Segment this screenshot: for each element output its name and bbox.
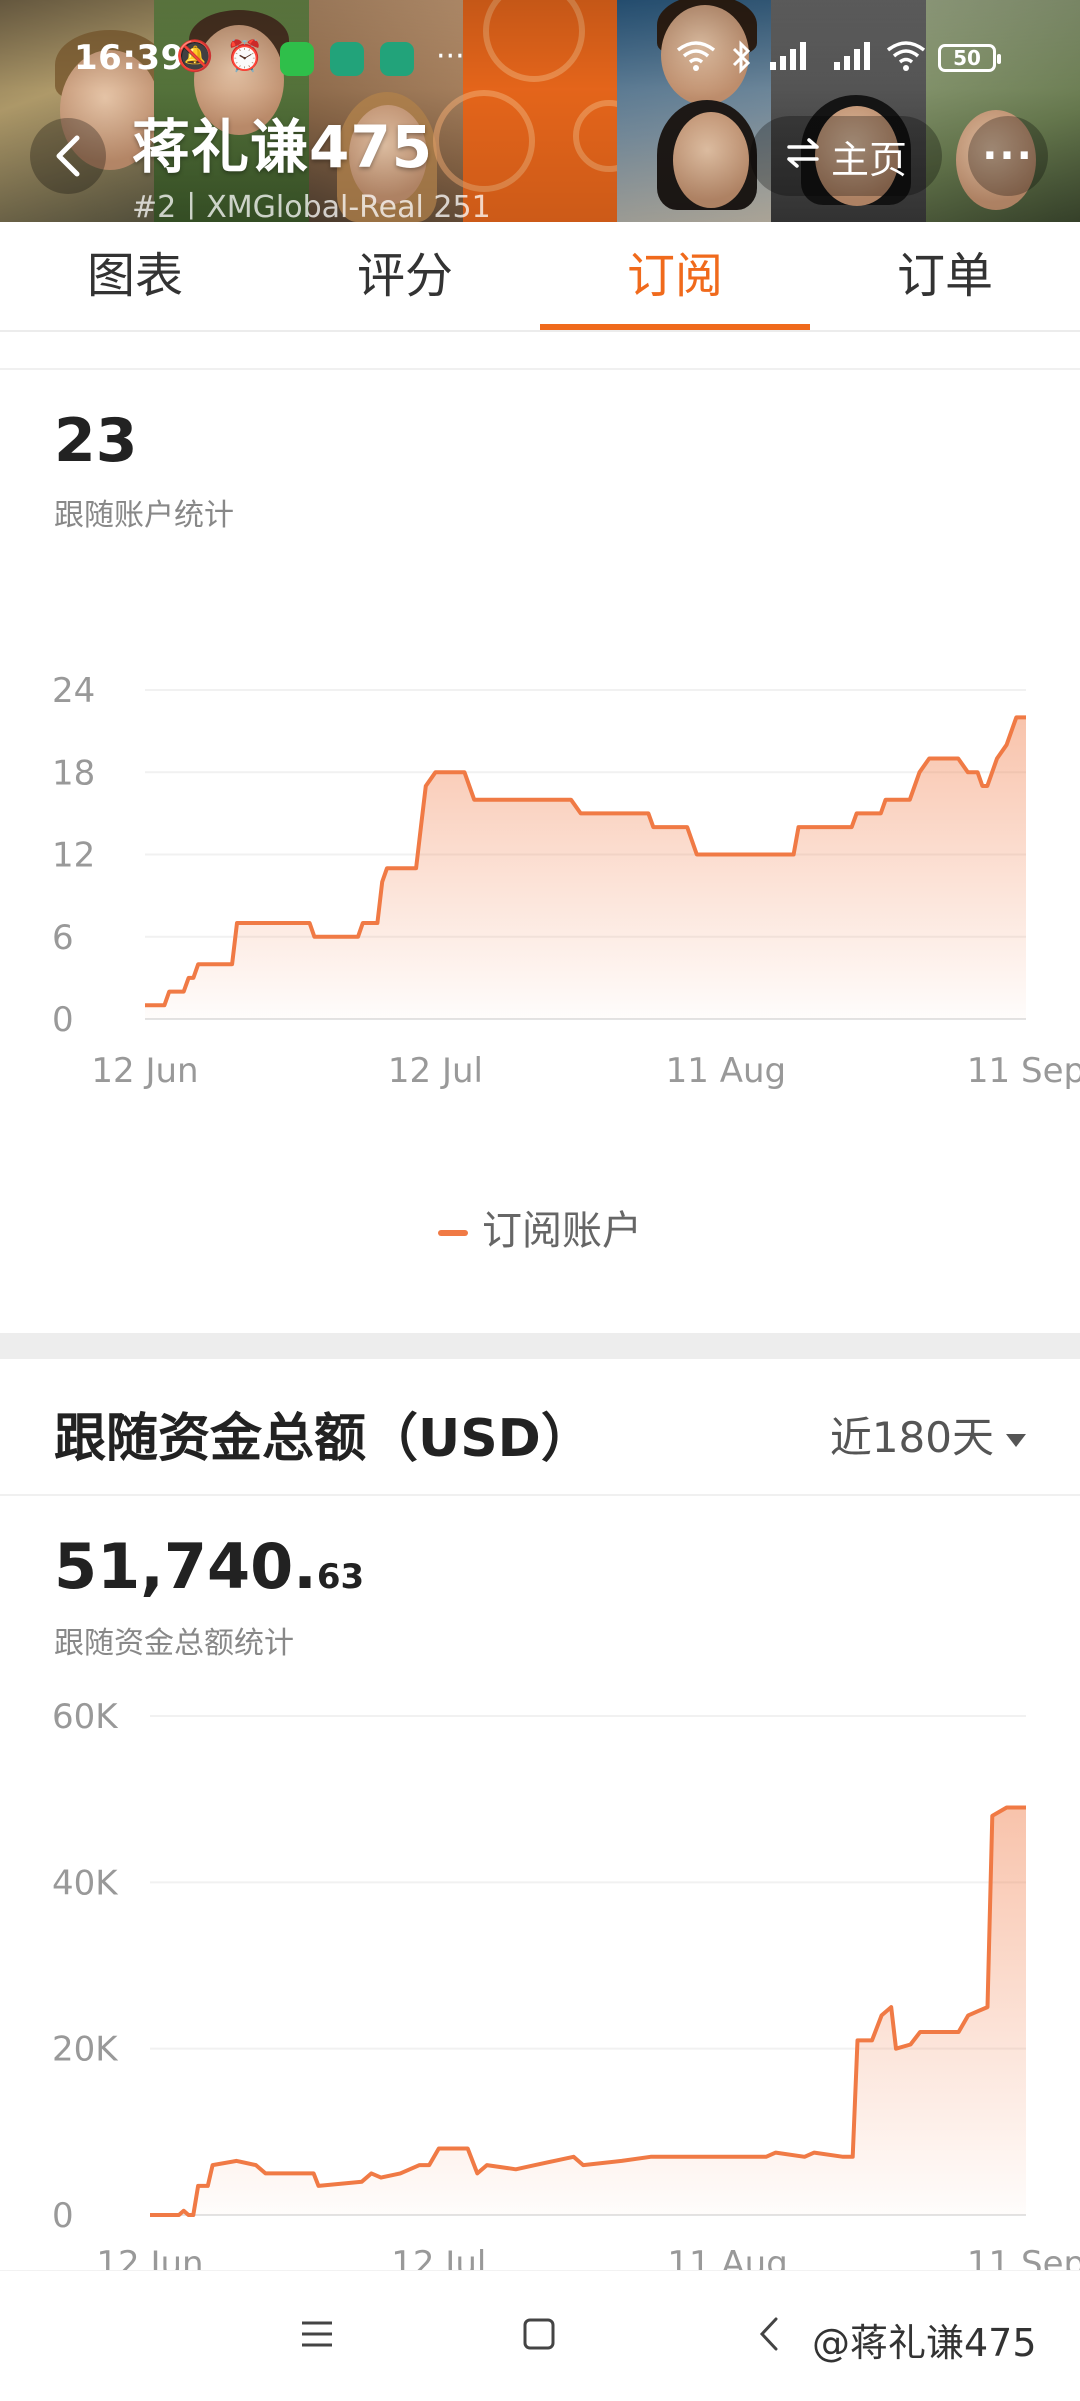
funds-total: 51,740.63 — [54, 1530, 364, 1603]
legend-label: 订阅账户 — [482, 1208, 642, 1254]
legend-swatch — [438, 1230, 468, 1236]
y-tick-label: 40K — [52, 1863, 119, 1903]
series-area — [145, 717, 1026, 1019]
funds-title: 跟随资金总额（USD） — [54, 1409, 593, 1469]
y-tick-label: 6 — [52, 918, 74, 958]
alarm-icon: ⏰ — [226, 39, 264, 74]
series-area — [150, 1807, 1026, 2215]
app-notification-icon — [380, 42, 414, 76]
tab-orders[interactable]: 订单 — [810, 222, 1080, 330]
x-tick-label: 11 Aug — [666, 1051, 786, 1091]
y-tick-label: 0 — [52, 2196, 74, 2236]
battery-icon: 50 — [938, 44, 1001, 72]
tab-label: 图表 — [86, 248, 183, 304]
home-button[interactable]: 主页 — [750, 116, 942, 196]
status-time: 16:39 — [74, 38, 185, 78]
range-label: 近180天 — [829, 1413, 994, 1462]
funds-caption: 跟随资金总额统计 — [54, 1626, 294, 1661]
signal-icon — [766, 40, 814, 80]
bluetooth-icon — [730, 40, 752, 82]
tab-subscription[interactable]: 订阅 — [540, 222, 810, 330]
y-tick-label: 60K — [52, 1697, 119, 1737]
back-nav-icon[interactable] — [744, 2309, 794, 2359]
tab-label: 订阅 — [626, 248, 723, 304]
y-tick-label: 12 — [52, 836, 95, 876]
tab-label: 订单 — [896, 248, 993, 304]
subscriber-caption: 跟随账户统计 — [54, 498, 234, 533]
app-notification-icon — [280, 42, 314, 76]
funds-total-int: 51,740. — [54, 1530, 317, 1603]
y-tick-label: 18 — [52, 753, 95, 793]
x-tick-label: 11 Sep — [967, 1051, 1080, 1091]
subscriber-count: 23 — [54, 406, 138, 476]
divider — [0, 368, 1080, 370]
subscription-chart: 0 6 12 18 24 12 Jun 12 Jul 11 Aug 11 Sep — [52, 671, 1080, 1091]
app-notification-icon — [330, 42, 364, 76]
tab-label: 评分 — [356, 248, 453, 304]
swap-icon — [785, 134, 821, 178]
chart-legend: 订阅账户 — [0, 1198, 1080, 1256]
signal-icon — [830, 40, 878, 80]
y-tick-label: 20K — [52, 2030, 119, 2070]
wifi-icon — [886, 40, 926, 80]
menu-icon[interactable] — [292, 2309, 342, 2359]
y-tick-label: 0 — [52, 1000, 74, 1040]
bell-muted-icon: 🔕 — [176, 39, 214, 74]
chevron-left-icon — [56, 135, 80, 177]
y-tick-label: 24 — [52, 671, 95, 711]
more-notifications-icon: ··· — [436, 39, 465, 74]
watermark: @蒋礼谦475 — [812, 2321, 1037, 2365]
back-button[interactable] — [30, 118, 106, 194]
funds-total-dec: 63 — [316, 1557, 365, 1597]
wifi-icon — [676, 40, 716, 80]
profile-name: 蒋礼谦475 — [132, 113, 434, 181]
dropdown-caret-icon — [1006, 1434, 1026, 1447]
tab-rating[interactable]: 评分 — [270, 222, 540, 330]
more-button[interactable]: ··· — [968, 116, 1048, 196]
tab-bar: 图表 评分 订阅 订单 — [0, 222, 1080, 332]
subscription-card: 23 跟随账户统计 0 6 12 18 24 12 Jun 12 Jul 11 Aug 11 S… — [0, 330, 1080, 1330]
profile-header: 16:39 🔕 ⏰ ··· 50 蒋礼谦475 #2丨XMGlobal-Real… — [0, 0, 1080, 222]
more-dots-icon: ··· — [982, 133, 1034, 179]
x-tick-label: 12 Jul — [388, 1051, 483, 1091]
funds-chart: 020K40K60K12 Jun 12 Jul 11 Aug 11 Sep — [52, 1697, 1080, 2280]
home-square-icon[interactable] — [514, 2309, 564, 2359]
range-selector[interactable]: 近180天 — [830, 1404, 1026, 1465]
x-tick-label: 12 Jun — [91, 1051, 198, 1091]
section-separator — [0, 1333, 1080, 1359]
status-bar: 16:39 🔕 ⏰ ··· 50 — [0, 34, 1080, 84]
home-button-label: 主页 — [830, 137, 907, 182]
divider — [0, 1494, 1080, 1496]
account-info: #2丨XMGlobal-Real 251 — [132, 190, 491, 222]
tab-chart[interactable]: 图表 — [0, 222, 270, 330]
